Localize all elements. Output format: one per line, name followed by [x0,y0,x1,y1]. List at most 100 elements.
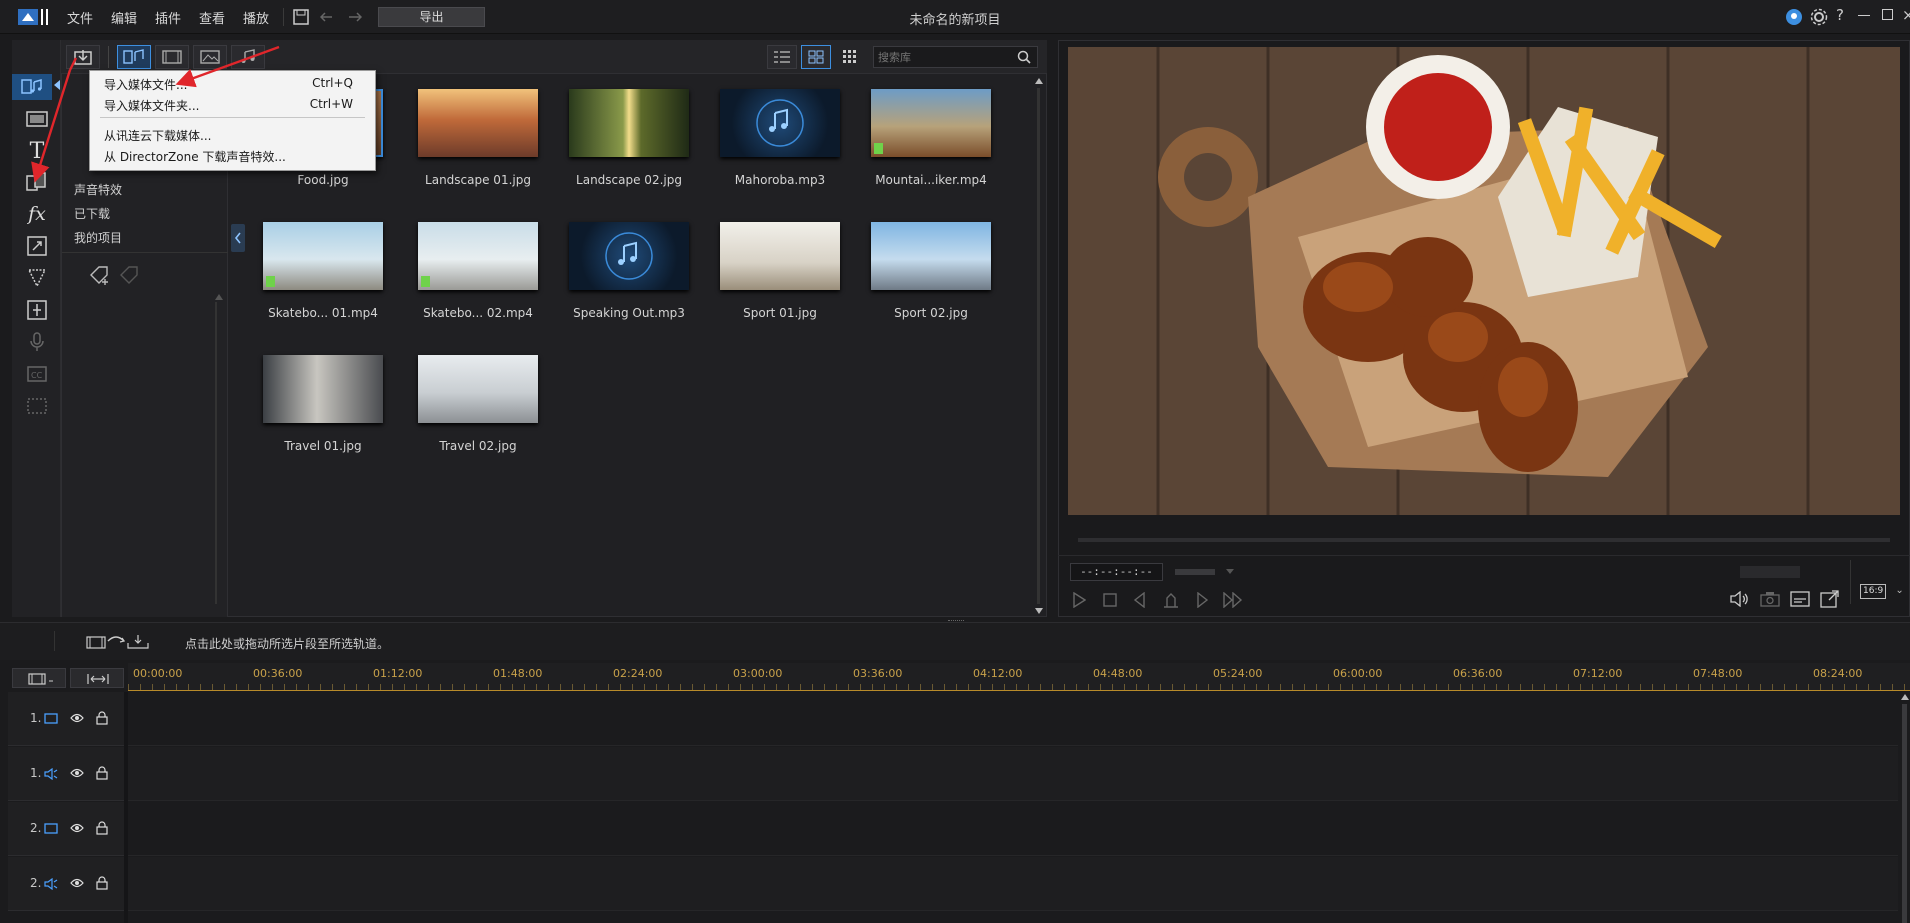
ruler-tick: 07:48:00 [1693,667,1743,680]
annotation-arrows [31,45,280,183]
lock-icon[interactable] [96,876,108,890]
add-tag-icon[interactable] [88,264,110,286]
menu-edit[interactable]: 编辑 [111,8,137,27]
menu-play[interactable]: 播放 [243,8,269,27]
media-thumb-speaking-out[interactable] [569,222,689,290]
timeline-ruler[interactable]: 00:00:00 00:36:00 01:12:00 01:48:00 02:2… [128,663,1910,691]
preview-seek-bar[interactable] [1078,538,1890,542]
search-input[interactable] [878,49,1008,65]
particle-room-icon[interactable] [24,265,50,291]
media-thumb-landscape-02[interactable] [569,89,689,157]
media-name: Sport 02.jpg [894,306,968,320]
lock-icon[interactable] [96,711,108,725]
track-header-video-1[interactable]: 1. [8,692,124,746]
minimize-icon[interactable] [1858,15,1870,16]
category-scrollbar[interactable] [212,294,223,614]
help-icon[interactable]: ? [1836,6,1844,24]
title-bar: 文件 编辑 插件 查看 播放 导出 未命名的新项目 ? × [0,0,1910,34]
speed-dropdown[interactable] [1170,563,1240,581]
category-downloaded[interactable]: 已下载 [74,205,110,222]
track-header-audio-2[interactable]: 2. [8,857,124,911]
subtitle-toggle-icon[interactable] [1790,591,1810,607]
video-track-icon [44,713,58,724]
undo-icon[interactable] [320,10,336,24]
ruler-tick: 02:24:00 [613,667,663,680]
stop-icon[interactable] [1103,593,1117,607]
close-icon[interactable]: × [1902,6,1910,24]
collapse-panel-button[interactable] [231,224,245,252]
menu-plugins[interactable]: 插件 [155,8,181,27]
undock-preview-icon[interactable] [1820,590,1840,608]
track-header-video-2[interactable]: 2. [8,802,124,856]
timecode-display[interactable]: --:--:--:-- [1070,563,1163,581]
aspect-ratio-dropdown[interactable]: 16:9 ⌄ [1860,578,1904,599]
play-icon[interactable] [1072,592,1086,608]
lock-icon[interactable] [96,766,108,780]
search-icon[interactable] [1017,50,1031,64]
maximize-icon[interactable] [1882,9,1893,20]
export-button[interactable]: 导出 [378,7,485,27]
output-quality-label [1740,566,1800,578]
track-number: 1. [30,711,42,725]
media-thumb-sport-01[interactable] [720,222,840,290]
category-my-projects[interactable]: 我的项目 [74,229,122,246]
app-logo [18,7,50,27]
ruler-tick: 04:48:00 [1093,667,1143,680]
track-manager-button[interactable] [12,668,66,688]
eye-icon[interactable] [70,767,84,779]
chevron-down-icon: ⌄ [1895,585,1904,596]
timeline-scrollbar[interactable] [1900,692,1910,923]
remove-tag-icon[interactable] [118,264,140,286]
video-track-icon [44,823,58,834]
volume-icon[interactable] [1730,591,1750,607]
eye-icon[interactable] [70,712,84,724]
camera-icon[interactable] [1760,591,1780,607]
media-thumb-mountain-biker[interactable] [871,89,991,157]
previous-frame-icon[interactable] [1132,592,1148,608]
thumbnail-view-button[interactable] [801,45,831,69]
media-name: Skatebo... 01.mp4 [268,306,378,320]
media-name: Speaking Out.mp3 [573,306,685,320]
grid-dots-icon[interactable] [843,50,857,64]
timeline-track-audio-1[interactable] [128,747,1898,801]
library-scrollbar[interactable] [1033,76,1045,616]
lock-icon[interactable] [96,821,108,835]
snapshot-marker-icon[interactable] [1162,591,1180,609]
fit-timeline-button[interactable] [70,668,124,688]
fx-room-icon[interactable]: fx [24,201,50,227]
timeline-track-video-2[interactable] [128,802,1898,856]
track-header-audio-1[interactable]: 1. [8,747,124,801]
media-thumb-landscape-01[interactable] [418,89,538,157]
save-icon[interactable] [293,9,309,25]
media-thumb-travel-02[interactable] [418,355,538,423]
media-thumb-skateboard-02[interactable] [418,222,538,290]
account-icon[interactable] [1785,8,1803,26]
subtitle-room-icon[interactable] [24,297,50,323]
media-thumb-mahoroba[interactable] [720,89,840,157]
svg-text:CC: CC [31,371,43,380]
media-thumb-skateboard-01[interactable] [263,222,383,290]
media-thumb-travel-01[interactable] [263,355,383,423]
timeline-track-audio-2[interactable] [128,857,1898,911]
search-box [873,46,1038,68]
ruler-tick: 01:12:00 [373,667,423,680]
menu-file[interactable]: 文件 [67,8,93,27]
fast-forward-icon[interactable] [1222,592,1244,608]
preview-image [1068,47,1900,515]
next-frame-icon[interactable] [1194,592,1210,608]
redo-icon[interactable] [346,10,362,24]
microphone-icon[interactable] [24,329,50,355]
pip-room-icon[interactable] [24,233,50,259]
eye-icon[interactable] [70,877,84,889]
gear-icon[interactable] [1810,8,1828,26]
track-number: 2. [30,821,42,835]
details-view-button[interactable] [767,45,797,69]
chapter-room-icon[interactable]: CC [24,361,50,387]
insert-clip-icon[interactable] [86,633,152,651]
subtitle-cc-icon[interactable] [24,393,50,419]
eye-icon[interactable] [70,822,84,834]
shortcut-label: Ctrl+W [309,97,353,111]
timeline-track-video-1[interactable] [128,692,1898,746]
media-thumb-sport-02[interactable] [871,222,991,290]
menu-view[interactable]: 查看 [199,8,225,27]
